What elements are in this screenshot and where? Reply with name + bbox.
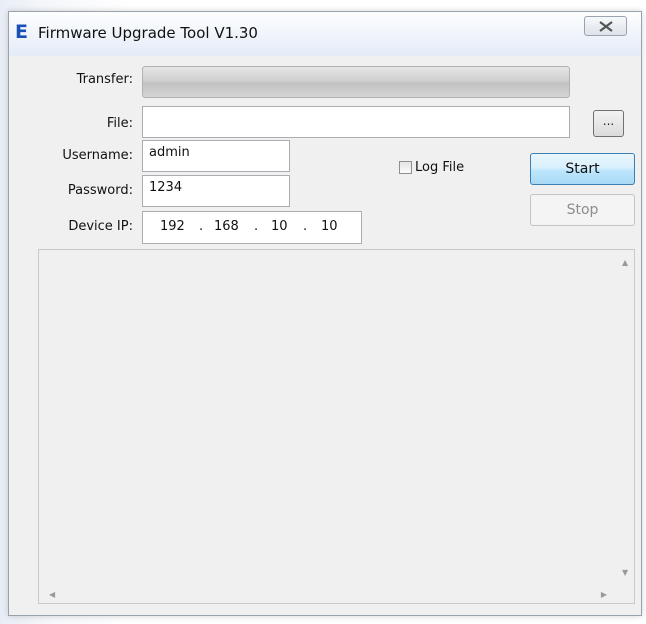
browse-button[interactable]: ...: [593, 110, 624, 137]
file-label: File:: [106, 116, 133, 131]
ip-separator: .: [303, 219, 308, 234]
log-file-label[interactable]: Log File: [415, 160, 464, 175]
log-file-checkbox[interactable]: [399, 161, 412, 174]
username-label: Username:: [62, 148, 133, 163]
password-label: Password:: [67, 183, 133, 198]
close-icon: [599, 21, 613, 32]
log-output-area[interactable]: ▲ ▼ ◀ ▶: [38, 249, 635, 604]
scroll-right-arrow-icon[interactable]: ▶: [601, 590, 607, 600]
horizontal-scrollbar[interactable]: ◀ ▶: [39, 586, 617, 603]
close-button[interactable]: [584, 16, 627, 36]
title-bar[interactable]: E Firmware Upgrade Tool V1.30: [9, 12, 641, 56]
password-input[interactable]: 1234: [142, 175, 290, 207]
ip-octet-4[interactable]: 10: [321, 219, 338, 234]
ip-octet-3[interactable]: 10: [271, 219, 288, 234]
scroll-down-arrow-icon[interactable]: ▼: [622, 568, 628, 578]
start-button[interactable]: Start: [530, 153, 635, 185]
ip-octet-1[interactable]: 192: [160, 219, 185, 234]
username-input[interactable]: admin: [142, 140, 290, 172]
window-title: Firmware Upgrade Tool V1.30: [38, 24, 258, 42]
transfer-label: Transfer:: [76, 72, 133, 87]
scroll-up-arrow-icon[interactable]: ▲: [622, 258, 628, 268]
vertical-scrollbar[interactable]: ▲ ▼: [617, 250, 634, 586]
ip-separator: .: [199, 219, 204, 234]
transfer-progress-bar: [142, 66, 570, 98]
app-window: E Firmware Upgrade Tool V1.30 Transfer: …: [8, 11, 642, 616]
scroll-left-arrow-icon[interactable]: ◀: [49, 590, 55, 600]
browse-button-label: ...: [602, 114, 615, 128]
stop-button[interactable]: Stop: [530, 194, 635, 226]
device-ip-label: Device IP:: [68, 219, 133, 234]
device-ip-input[interactable]: 192 . 168 . 10 . 10: [142, 211, 362, 244]
firmware-app-icon: E: [15, 21, 28, 43]
file-path-input[interactable]: [142, 106, 570, 138]
ip-octet-2[interactable]: 168: [214, 219, 239, 234]
ip-separator: .: [254, 219, 259, 234]
